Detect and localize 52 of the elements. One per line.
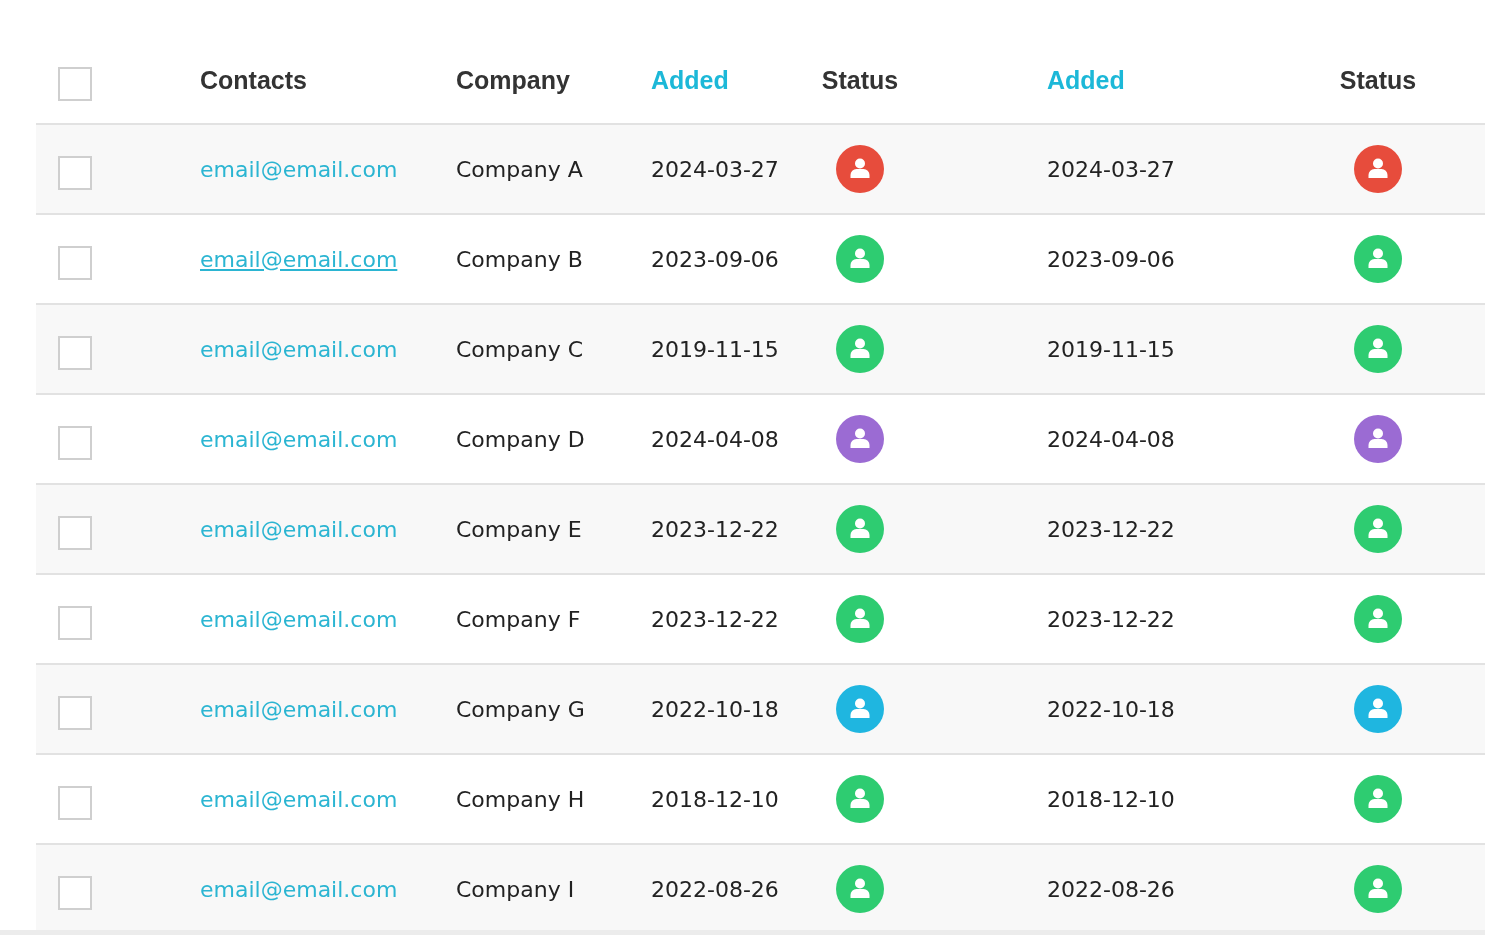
row-checkbox[interactable] bbox=[58, 786, 92, 820]
column-header: Contacts bbox=[200, 65, 307, 95]
added-date: 2024-04-08 bbox=[1047, 426, 1175, 452]
column-header[interactable]: Added bbox=[651, 65, 729, 95]
company-name: Company G bbox=[456, 696, 585, 722]
email-link[interactable]: email@email.com bbox=[200, 246, 398, 272]
email-link[interactable]: email@email.com bbox=[200, 696, 398, 722]
added-date: 2024-03-27 bbox=[1047, 156, 1175, 182]
email-link[interactable]: email@email.com bbox=[200, 606, 398, 632]
added-date: 2023-09-06 bbox=[651, 246, 779, 272]
added-date: 2019-11-15 bbox=[1047, 336, 1175, 362]
company-name: Company A bbox=[456, 156, 583, 182]
row-checkbox[interactable] bbox=[58, 876, 92, 910]
added-date: 2024-03-27 bbox=[651, 156, 779, 182]
row-checkbox[interactable] bbox=[58, 696, 92, 730]
email-link[interactable]: email@email.com bbox=[200, 336, 398, 362]
row-checkbox[interactable] bbox=[58, 516, 92, 550]
company-name: Company I bbox=[456, 876, 575, 902]
added-date: 2022-08-26 bbox=[651, 876, 779, 902]
select-all-checkbox[interactable] bbox=[58, 67, 92, 101]
row-checkbox[interactable] bbox=[58, 246, 92, 280]
added-date: 2023-12-22 bbox=[651, 516, 779, 542]
email-link[interactable]: email@email.com bbox=[200, 876, 398, 902]
added-date: 2022-10-18 bbox=[1047, 696, 1175, 722]
added-date: 2023-12-22 bbox=[1047, 606, 1175, 632]
column-header[interactable]: Added bbox=[1047, 65, 1125, 95]
email-link[interactable]: email@email.com bbox=[200, 786, 398, 812]
email-link[interactable]: email@email.com bbox=[200, 516, 398, 542]
company-name: Company F bbox=[456, 606, 581, 632]
added-date: 2018-12-10 bbox=[651, 786, 779, 812]
company-name: Company D bbox=[456, 426, 585, 452]
added-date: 2022-10-18 bbox=[651, 696, 779, 722]
company-name: Company C bbox=[456, 336, 583, 362]
row-checkbox[interactable] bbox=[58, 606, 92, 640]
added-date: 2023-09-06 bbox=[1047, 246, 1175, 272]
added-date: 2019-11-15 bbox=[651, 336, 779, 362]
email-link[interactable]: email@email.com bbox=[200, 156, 398, 182]
added-date: 2023-12-22 bbox=[651, 606, 779, 632]
added-date: 2022-08-26 bbox=[1047, 876, 1175, 902]
row-checkbox[interactable] bbox=[58, 336, 92, 370]
email-link[interactable]: email@email.com bbox=[200, 426, 398, 452]
added-date: 2023-12-22 bbox=[1047, 516, 1175, 542]
row-checkbox[interactable] bbox=[58, 426, 92, 460]
row-checkbox[interactable] bbox=[58, 156, 92, 190]
company-name: Company B bbox=[456, 246, 583, 272]
added-date: 2018-12-10 bbox=[1047, 786, 1175, 812]
company-name: Company H bbox=[456, 786, 585, 812]
column-header: Status bbox=[1339, 65, 1417, 95]
company-name: Company E bbox=[456, 516, 582, 542]
column-header: Status bbox=[821, 65, 899, 95]
column-header: Company bbox=[456, 65, 570, 95]
added-date: 2024-04-08 bbox=[651, 426, 779, 452]
